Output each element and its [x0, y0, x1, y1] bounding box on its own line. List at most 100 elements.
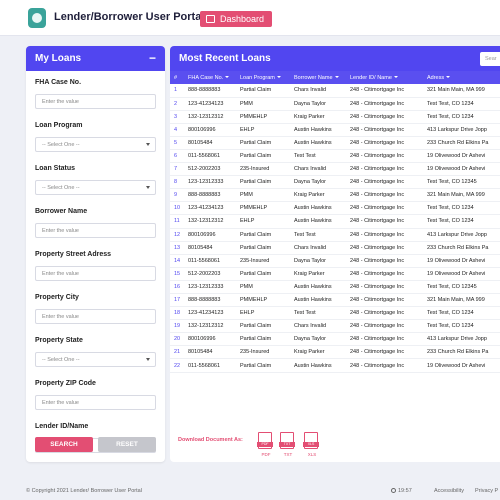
- table-row[interactable]: 16 123-12312333 PMM Austin Hawkins 248 - Cit…: [170, 280, 500, 295]
- select-field[interactable]: -- Select One --: [35, 352, 156, 367]
- download-txt-icon[interactable]: TXT TXT: [279, 432, 295, 457]
- table-cell: Chars Invalid: [290, 241, 346, 255]
- table-cell: 19: [170, 319, 184, 334]
- table-cell: Austin Hawkins: [290, 136, 346, 150]
- column-header-label: FHA Case No.: [188, 74, 224, 81]
- table-cell: 123-12312333: [184, 175, 236, 190]
- table-cell: 888-8888883: [184, 293, 236, 308]
- field-placeholder: Enter the value: [42, 314, 79, 320]
- column-header[interactable]: #: [170, 71, 184, 84]
- input-field[interactable]: Enter the value: [35, 395, 156, 410]
- table-cell: 800106996: [184, 332, 236, 347]
- table-row[interactable]: 21 80105484 235-Insured Kraig Parker 248 - C…: [170, 345, 500, 360]
- footer-time: 19:57: [398, 488, 412, 494]
- table-row[interactable]: 11 132-12312312 EHLP Austin Hawkins 248 - Ci…: [170, 214, 500, 229]
- table-row[interactable]: 20 800106996 Partial Claim Dayna Taylor 248 …: [170, 332, 500, 347]
- table-cell: 321 Main Main, MA 999: [423, 84, 500, 98]
- filter-form: FHA Case No. Enter the value Loan Program -…: [26, 71, 165, 453]
- table-row[interactable]: 19 132-12312312 Partial Claim Chars Invalid…: [170, 319, 500, 334]
- input-field[interactable]: Enter the value: [35, 266, 156, 281]
- dashboard-label: Dashboard: [220, 14, 265, 24]
- sort-icon: [446, 76, 451, 79]
- table-row[interactable]: 5 80105484 Partial Claim Austin Hawkins 248 …: [170, 136, 500, 150]
- table-cell: 248 - Citimortgage Inc: [346, 280, 423, 295]
- table-cell: Kraig Parker: [290, 267, 346, 281]
- select-field[interactable]: -- Select One --: [35, 137, 156, 152]
- download-xls-icon[interactable]: XLS XLS: [303, 432, 319, 457]
- table-row[interactable]: 15 512-2002203 Partial Claim Kraig Parker 24…: [170, 267, 500, 281]
- table-cell: 6: [170, 149, 184, 164]
- table-cell: 248 - Citimortgage Inc: [346, 84, 423, 98]
- table-cell: 248 - Citimortgage Inc: [346, 228, 423, 242]
- table-cell: 512-2002203: [184, 267, 236, 281]
- field-label: Loan Program: [35, 122, 83, 129]
- table-row[interactable]: 22 011-5568061 Partial Claim Austin Hawkins…: [170, 358, 500, 373]
- table-cell: 7: [170, 162, 184, 177]
- download-pdf-icon[interactable]: PDF PDF: [257, 432, 273, 457]
- field-label: Property ZIP Code: [35, 380, 96, 387]
- table-row[interactable]: 6 011-5568061 Partial Claim Test Test 248 - …: [170, 149, 500, 164]
- table-cell: PMM: [236, 188, 290, 203]
- table-row[interactable]: 4 800106996 EHLP Austin Hawkins 248 - Citimo…: [170, 123, 500, 137]
- table-cell: 15: [170, 267, 184, 281]
- field-label: Property Street Adress: [35, 251, 111, 258]
- table-row[interactable]: 9 888-8888883 PMM Kraig Parker 248 - Citimor…: [170, 188, 500, 203]
- privacy-link[interactable]: Privacy P: [475, 488, 498, 494]
- table-cell: 321 Main Main, MA 999: [423, 188, 500, 203]
- table-cell: 9: [170, 188, 184, 203]
- sort-icon: [276, 76, 281, 79]
- file-type-badge: XLS: [303, 442, 319, 447]
- table-cell: 512-2002203: [184, 162, 236, 177]
- chevron-down-icon: [146, 358, 150, 361]
- table-cell: 248 - Citimortgage Inc: [346, 358, 423, 373]
- table-row[interactable]: 7 512-2002203 235-Insured Chars Invalid 248 …: [170, 162, 500, 177]
- table-cell: 123-41234123: [184, 306, 236, 321]
- column-header[interactable]: FHA Case No.: [184, 71, 236, 84]
- table-cell: Partial Claim: [236, 136, 290, 150]
- table-search-input[interactable]: Sear: [480, 52, 500, 66]
- table-row[interactable]: 12 800106996 Partial Claim Test Test 248 - C…: [170, 228, 500, 242]
- table-cell: Partial Claim: [236, 267, 290, 281]
- accessibility-link[interactable]: Accessibility: [434, 488, 464, 494]
- table-row[interactable]: 18 123-41234123 EHLP Test Test 248 - Citimor…: [170, 306, 500, 321]
- copyright-text: © Copyright 2021 Lender/ Borrower User P…: [26, 488, 142, 494]
- table-cell: 233 Church Rd Elkins Pa: [423, 136, 500, 150]
- table-row[interactable]: 8 123-12312333 Partial Claim Dayna Taylor 24…: [170, 175, 500, 190]
- input-field[interactable]: Enter the value: [35, 94, 156, 109]
- table-row[interactable]: 13 80105484 Partial Claim Chars Invalid 248 …: [170, 241, 500, 255]
- table-cell: Kraig Parker: [290, 345, 346, 360]
- collapse-minus-icon[interactable]: −: [149, 46, 156, 71]
- table-cell: 233 Church Rd Elkins Pa: [423, 241, 500, 255]
- table-cell: Partial Claim: [236, 149, 290, 164]
- column-header[interactable]: Lender ID/ Name: [346, 71, 423, 84]
- column-header[interactable]: Borrower Name: [290, 71, 346, 84]
- table-cell: 123-12312333: [184, 280, 236, 295]
- table-row[interactable]: 17 888-8888883 PMMEHLP Austin Hawkins 248 - …: [170, 293, 500, 308]
- field-label: Loan Status: [35, 165, 76, 172]
- footer: © Copyright 2021 Lender/ Borrower User P…: [0, 482, 500, 500]
- table-cell: 3: [170, 110, 184, 124]
- table-cell: PMMEHLP: [236, 201, 290, 216]
- table-row[interactable]: 1 888-8888883 Partial Claim Chars Invalid 24…: [170, 84, 500, 98]
- select-field[interactable]: -- Select One --: [35, 180, 156, 195]
- column-header[interactable]: Loan Program: [236, 71, 290, 84]
- search-button[interactable]: SEARCH: [35, 437, 93, 452]
- table-row[interactable]: 2 123-41234123 PMM Dayna Taylor 248 - Citimo…: [170, 97, 500, 111]
- table-cell: Austin Hawkins: [290, 293, 346, 308]
- column-header[interactable]: Adress: [423, 71, 500, 84]
- table-row[interactable]: 14 011-5568061 235-Insured Dayna Taylor 248 …: [170, 254, 500, 268]
- input-field[interactable]: Enter the value: [35, 309, 156, 324]
- table-row[interactable]: 10 123-41234123 PMMEHLP Austin Hawkins 248 -…: [170, 201, 500, 216]
- table-cell: 248 - Citimortgage Inc: [346, 162, 423, 177]
- file-type-badge: TXT: [279, 442, 295, 447]
- table-cell: 248 - Citimortgage Inc: [346, 241, 423, 255]
- table-cell: Partial Claim: [236, 228, 290, 242]
- table-cell: EHLP: [236, 214, 290, 229]
- table-cell: 321 Main Main, MA 999: [423, 293, 500, 308]
- table-cell: 132-12312312: [184, 319, 236, 334]
- table-cell: 123-41234123: [184, 201, 236, 216]
- table-row[interactable]: 3 132-12312312 PMMEHLP Kraig Parker 248 - Ci…: [170, 110, 500, 124]
- dashboard-button[interactable]: Dashboard: [200, 11, 273, 27]
- reset-button[interactable]: RESET: [98, 437, 156, 452]
- input-field[interactable]: Enter the value: [35, 223, 156, 238]
